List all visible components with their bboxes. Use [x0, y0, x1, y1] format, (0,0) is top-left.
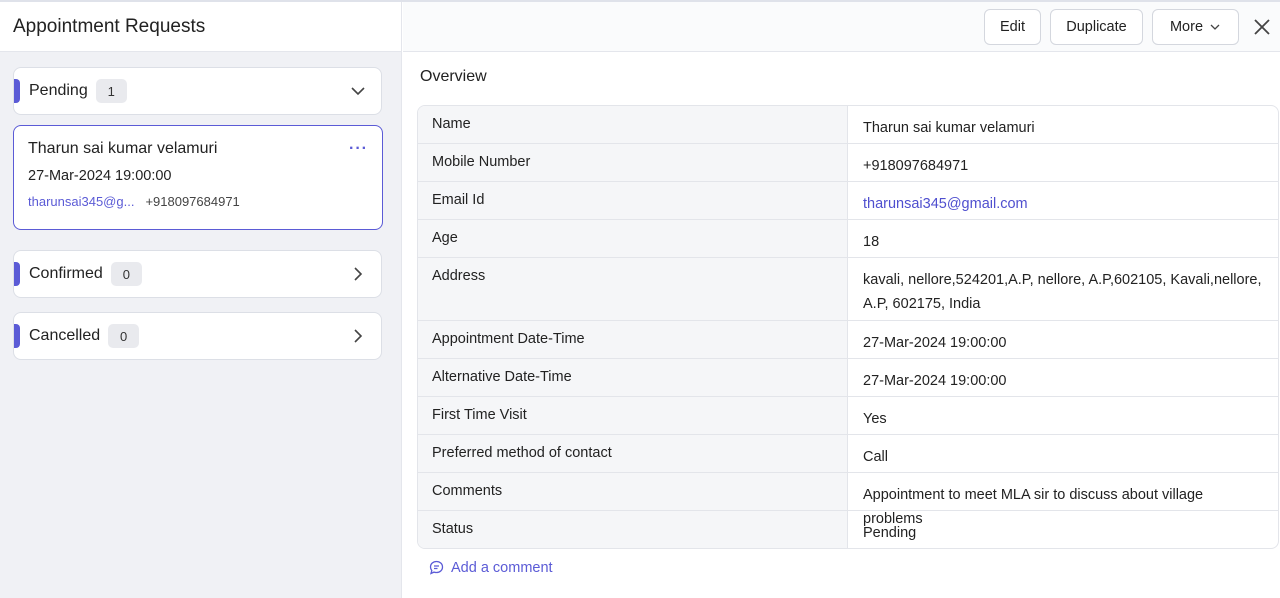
field-value: Yes — [863, 411, 887, 427]
group-label-pending: Pending — [29, 82, 88, 99]
field-value: 18 — [863, 234, 880, 250]
overview-table: Name Tharun sai kumar velamuri Mobile Nu… — [417, 105, 1279, 549]
card-phone: +918097684971 — [145, 194, 240, 209]
add-comment-label: Add a comment — [451, 559, 553, 576]
table-row: Mobile Number +918097684971 — [418, 144, 1278, 182]
group-label-cancelled: Cancelled — [29, 327, 101, 344]
field-label: Address — [418, 258, 848, 320]
edit-button[interactable]: Edit — [984, 9, 1041, 45]
group-indicator — [14, 324, 20, 348]
field-label: Comments — [418, 473, 848, 510]
chevron-down-icon — [1210, 24, 1220, 30]
table-row: Age 18 — [418, 220, 1278, 258]
group-indicator — [14, 79, 20, 103]
group-confirmed[interactable]: Confirmed 0 — [13, 250, 382, 298]
field-value: Appointment to meet MLA sir to discuss a… — [863, 487, 1204, 527]
field-label: Preferred method of contact — [418, 435, 848, 472]
group-pending[interactable]: Pending 1 — [13, 67, 382, 115]
field-label: Age — [418, 220, 848, 257]
list-header: Appointment Requests — [0, 2, 401, 52]
appointment-card[interactable]: Tharun sai kumar velamuri ··· 27-Mar-202… — [13, 125, 383, 230]
group-count-confirmed: 0 — [110, 262, 142, 286]
more-horizontal-icon[interactable]: ··· — [349, 140, 368, 158]
appointment-detail-panel: Edit Duplicate More Overview Name Tharun… — [403, 2, 1280, 598]
table-row: Email Id tharunsai345@gmail.com — [418, 182, 1278, 220]
table-row: Comments Appointment to meet MLA sir to … — [418, 473, 1278, 527]
group-indicator — [14, 262, 20, 286]
field-label: First Time Visit — [418, 397, 848, 434]
field-label: Alternative Date-Time — [418, 359, 848, 396]
field-value: Tharun sai kumar velamuri — [863, 120, 1035, 136]
field-value: 27-Mar-2024 19:00:00 — [863, 335, 1007, 351]
field-label: Status — [418, 511, 848, 548]
field-value: +918097684971 — [863, 158, 969, 174]
card-email[interactable]: tharunsai345@g... — [28, 194, 134, 209]
duplicate-button[interactable]: Duplicate — [1050, 9, 1143, 45]
chevron-right-icon[interactable] — [349, 327, 367, 345]
chevron-down-icon[interactable] — [349, 82, 367, 100]
add-comment-link[interactable]: Add a comment — [428, 559, 553, 576]
card-patient-name: Tharun sai kumar velamuri — [28, 140, 218, 157]
chevron-right-icon[interactable] — [349, 265, 367, 283]
page-title: Appointment Requests — [13, 15, 206, 37]
field-label: Name — [418, 106, 848, 143]
table-row: Alternative Date-Time 27-Mar-2024 19:00:… — [418, 359, 1278, 397]
group-count-pending: 1 — [95, 79, 127, 103]
table-row: Preferred method of contact Call — [418, 435, 1278, 473]
field-label: Email Id — [418, 182, 848, 219]
card-datetime: 27-Mar-2024 19:00:00 — [28, 168, 172, 184]
detail-toolbar: Edit Duplicate More — [403, 2, 1280, 52]
field-label: Mobile Number — [418, 144, 848, 181]
more-button[interactable]: More — [1152, 9, 1239, 45]
field-value: Pending — [863, 525, 917, 541]
table-row: Address kavali, nellore,524201,A.P, nell… — [418, 258, 1278, 321]
email-link[interactable]: tharunsai345@gmail.com — [848, 182, 1278, 219]
group-cancelled[interactable]: Cancelled 0 — [13, 312, 382, 360]
table-row: Name Tharun sai kumar velamuri — [418, 106, 1278, 144]
table-row: Status Pending — [418, 511, 1278, 548]
more-button-label: More — [1169, 19, 1204, 35]
field-label: Appointment Date-Time — [418, 321, 848, 358]
section-title: Overview — [420, 68, 487, 85]
field-value: kavali, nellore,524201,A.P, nellore, A.P… — [863, 272, 1262, 312]
group-label-confirmed: Confirmed — [29, 265, 103, 282]
comment-icon — [429, 560, 444, 575]
group-count-cancelled: 0 — [108, 324, 140, 348]
table-row: Appointment Date-Time 27-Mar-2024 19:00:… — [418, 321, 1278, 359]
field-value: 27-Mar-2024 19:00:00 — [863, 373, 1007, 389]
close-icon[interactable] — [1251, 16, 1273, 38]
field-value: Call — [863, 449, 888, 465]
table-row: First Time Visit Yes — [418, 397, 1278, 435]
